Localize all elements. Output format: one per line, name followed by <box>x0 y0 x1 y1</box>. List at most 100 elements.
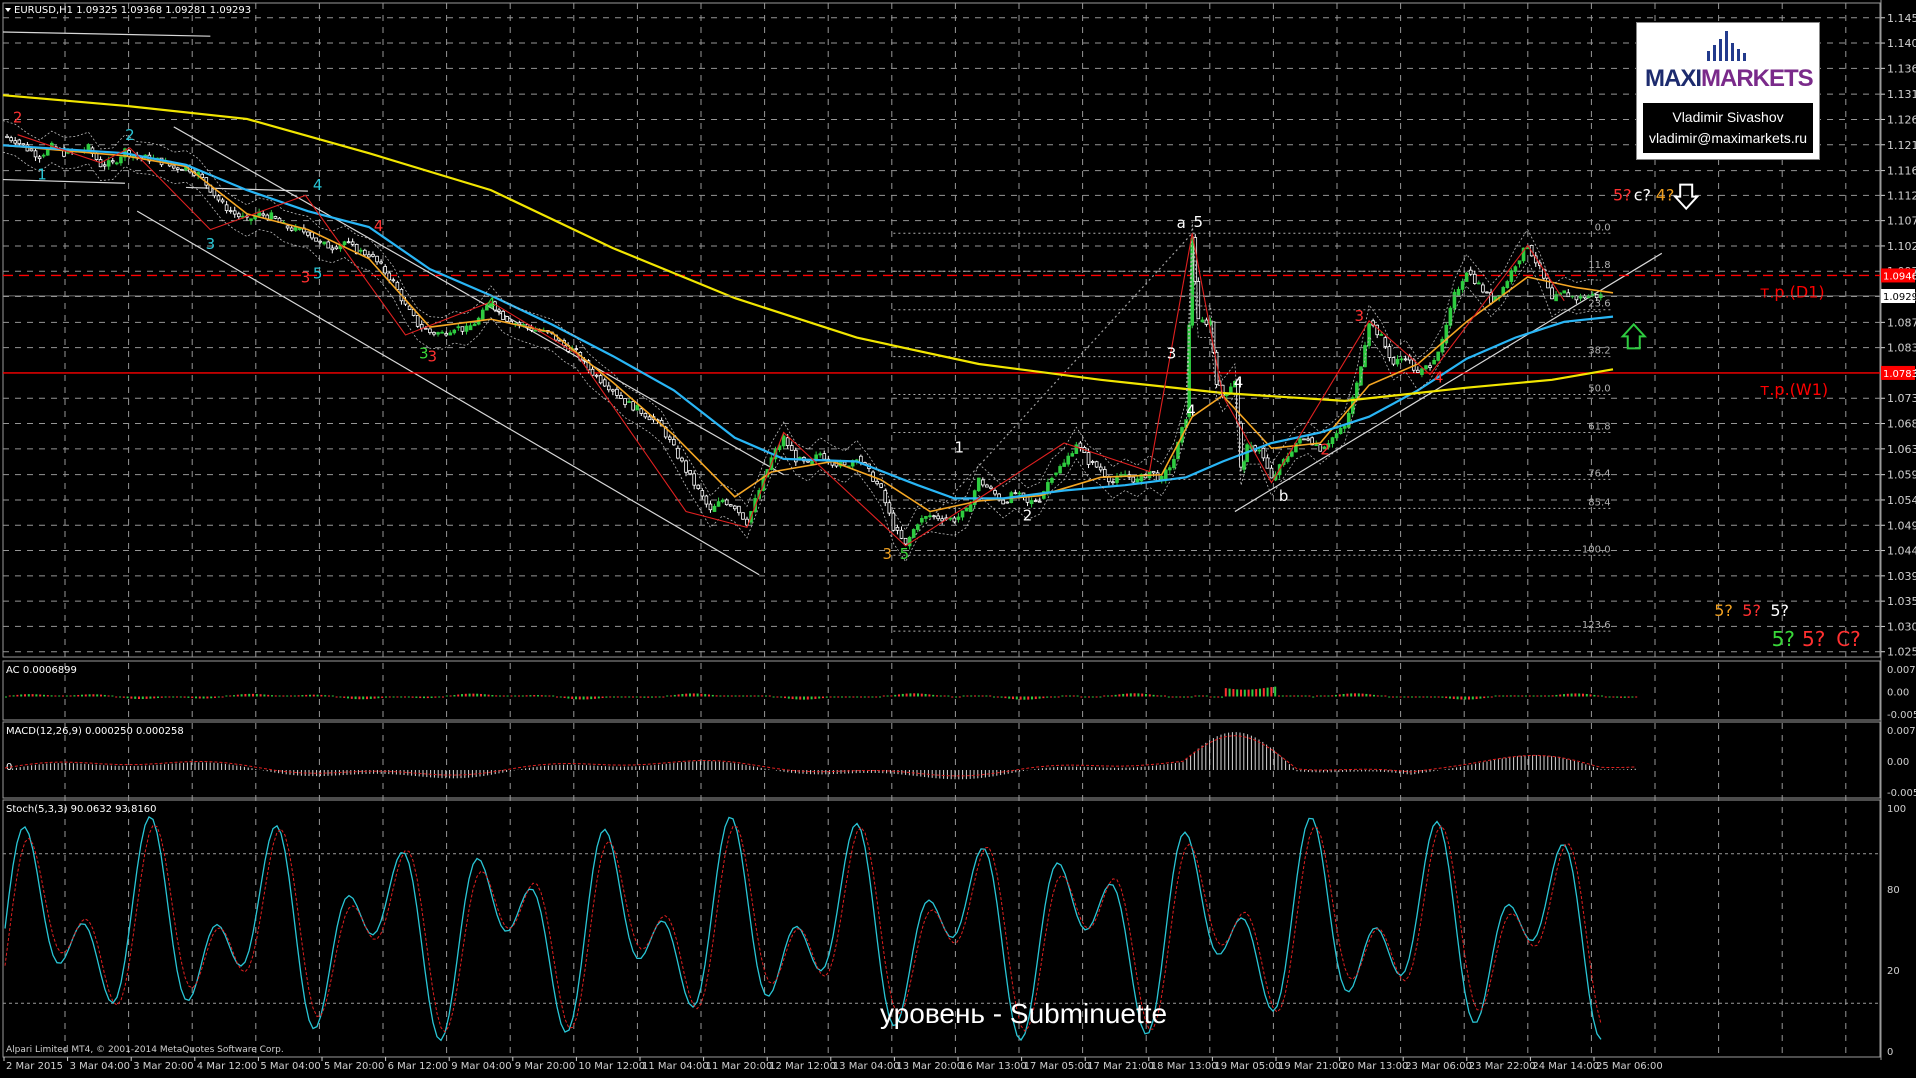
ac-bar <box>411 696 414 698</box>
ac-bar <box>1259 688 1261 697</box>
ac-bar <box>1536 695 1539 697</box>
ac-bar <box>54 695 57 697</box>
candle-bull <box>269 212 274 220</box>
candle-bull <box>635 404 640 411</box>
ac-bar <box>430 696 433 698</box>
time-axis-label: 5 Mar 04:00 <box>260 1061 320 1072</box>
ac-bar <box>183 696 186 698</box>
candle-bull <box>818 453 822 456</box>
ac-bar <box>461 694 463 697</box>
candle-bear <box>346 241 351 244</box>
ac-bar <box>544 695 547 697</box>
fibonacci-label: 76.4 <box>1588 468 1610 479</box>
ac-bar <box>1475 696 1478 700</box>
candle-bull <box>1464 272 1469 282</box>
candle-bear <box>415 315 420 327</box>
candle-bear <box>615 388 619 396</box>
ac-bar <box>480 693 482 697</box>
candle-bear <box>1403 358 1408 361</box>
candle-bear <box>940 518 944 522</box>
chart-canvas[interactable]: 1.14570 1.14090 1.13610 1.13120 1.12640 1.121… <box>0 0 1916 1074</box>
ac-axis-label: 0.00 <box>1887 688 1909 699</box>
ac-bar <box>605 696 608 698</box>
ac-bar <box>39 694 42 697</box>
candle-bear <box>594 374 599 377</box>
ac-bar <box>1224 688 1227 697</box>
candle-bull <box>342 241 347 246</box>
ac-bar <box>1464 696 1467 700</box>
candle-bull <box>976 477 981 492</box>
ac-bar <box>43 694 45 697</box>
ac-bar <box>1373 694 1375 697</box>
ac-bar <box>1395 696 1398 698</box>
ac-axis-label: 0.00795 <box>1887 665 1916 676</box>
ac-bar <box>552 695 555 697</box>
candle-bear <box>887 502 892 514</box>
ac-bar <box>943 695 946 697</box>
candle-bull <box>1395 358 1400 365</box>
wave-label: a <box>1177 214 1186 232</box>
candle-bull <box>480 309 485 320</box>
ac-bar <box>1034 696 1037 700</box>
wave-label: 2 <box>13 109 23 127</box>
ac-bar <box>844 696 847 698</box>
ac-bar <box>73 695 76 697</box>
ac-bar <box>700 693 703 697</box>
candle-bear <box>13 140 17 144</box>
ac-bar <box>787 696 790 699</box>
ac-bar <box>1076 695 1079 697</box>
candle-bear <box>724 499 729 506</box>
ac-bar <box>198 696 201 699</box>
ac-bar <box>1589 694 1592 697</box>
ac-bar <box>438 696 441 698</box>
ac-bar <box>1369 694 1372 697</box>
ac-bar <box>1107 695 1109 697</box>
ac-bar <box>1137 693 1140 697</box>
ac-bar <box>1566 693 1569 697</box>
wave-label: 3 <box>1355 307 1365 325</box>
ac-bar <box>860 696 862 698</box>
ac-bar <box>1198 695 1201 697</box>
candle-bear <box>326 241 331 249</box>
candle-bear <box>318 240 322 243</box>
ac-bar <box>875 696 878 698</box>
time-axis-label: 3 Mar 20:00 <box>133 1061 193 1072</box>
candle-bull <box>1379 334 1384 336</box>
ac-bar <box>1414 696 1417 698</box>
ac-bar <box>909 693 912 697</box>
ac-bar <box>255 693 258 697</box>
wave-label: 4 <box>1434 368 1444 386</box>
ac-bar <box>16 694 19 697</box>
ac-bar <box>449 695 452 697</box>
ac-bar <box>1095 696 1098 698</box>
ac-bar <box>780 696 783 698</box>
candle-bull <box>464 325 469 332</box>
price-axis-label: 1.07350 <box>1887 392 1916 405</box>
ac-bar <box>1240 689 1242 697</box>
ac-bar <box>806 696 809 700</box>
candle-bear <box>1013 492 1018 495</box>
ac-bar <box>362 696 365 700</box>
candle-bear <box>684 460 688 473</box>
ac-bar <box>1631 696 1634 698</box>
fibonacci-label: 85.4 <box>1588 497 1610 508</box>
candle-bear <box>1481 284 1485 293</box>
ac-bar <box>210 696 213 699</box>
time-axis-label: 23 Mar 22:00 <box>1469 1061 1536 1072</box>
candle-bear <box>200 173 205 178</box>
candle-bear <box>1302 438 1306 441</box>
ac-bar <box>670 695 672 697</box>
ac-bar <box>1232 689 1235 697</box>
candle-bear <box>639 408 644 414</box>
ac-bar <box>818 696 821 699</box>
ac-bar <box>822 696 824 699</box>
candle-bull <box>781 435 786 447</box>
ac-bar <box>898 694 900 697</box>
candle-bear <box>94 153 99 160</box>
chart-window[interactable]: 1.14570 1.14090 1.13610 1.13120 1.12640 1.121… <box>0 0 1916 1074</box>
candle-bear <box>728 504 733 507</box>
ac-bar <box>1217 696 1220 698</box>
ac-bar <box>1361 693 1364 697</box>
ac-bar <box>385 696 387 698</box>
ac-bar <box>145 696 148 699</box>
